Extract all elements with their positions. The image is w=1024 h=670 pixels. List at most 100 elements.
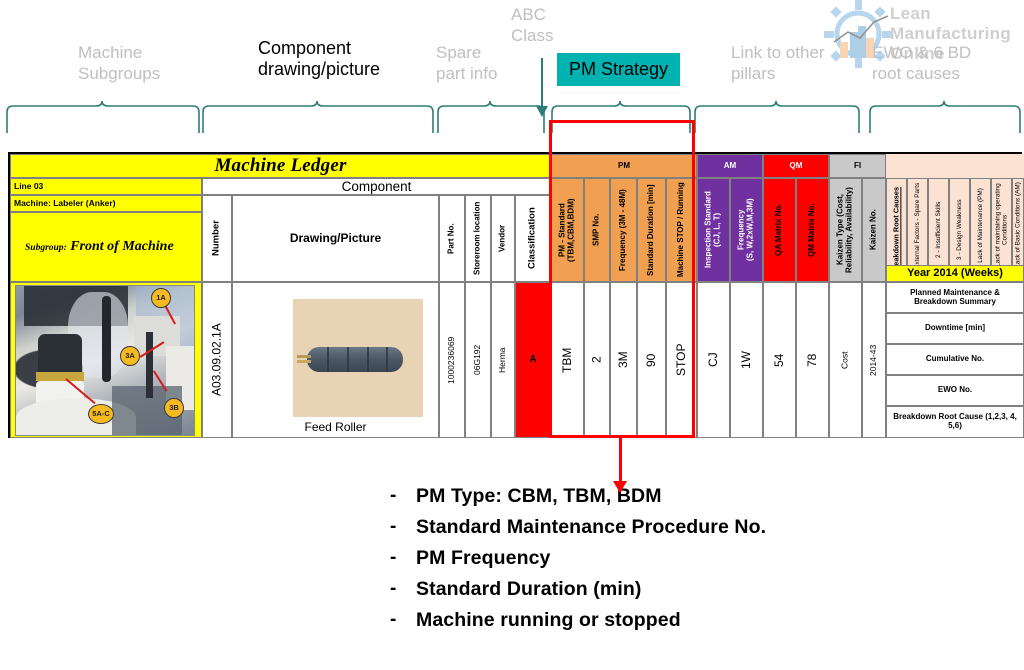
- header-smp-no: SMP No.: [584, 178, 610, 282]
- band-am: AM: [697, 154, 763, 178]
- photo-badge-5ac: 5A-C: [88, 404, 114, 424]
- ledger-line: Line 03: [10, 178, 202, 195]
- cell-number: A03.09.02.1A: [202, 282, 232, 438]
- roller-segment: [367, 347, 369, 372]
- header-qm-matrix-no: QM Matrix No.: [796, 178, 829, 282]
- year-header: Year 2014 (Weeks): [886, 265, 1024, 282]
- pm-strategy-arrow-head: [613, 481, 627, 493]
- bullet-dash: -: [390, 485, 397, 506]
- summary-row-downtime: Downtime [min]: [886, 313, 1024, 344]
- cell-kaizen-type: Cost: [829, 282, 862, 438]
- cell-qm-matrix-no: 78: [796, 282, 829, 438]
- subgroup-value: Front of Machine: [70, 239, 174, 255]
- bullet-item: - Standard Duration (min): [390, 578, 1010, 601]
- header-storeroom-location: Storeroom location: [465, 195, 491, 282]
- band-pm: PM: [551, 154, 697, 178]
- bullet-dash: -: [390, 609, 397, 630]
- row-subgroup-strip: 1A 3A 3B 5A-C: [10, 282, 202, 438]
- brace-component-drawing: [202, 100, 434, 133]
- cell-inspection-standard: CJ: [697, 282, 730, 438]
- pm-strategy-bullet-list: - PM Type: CBM, TBM, BDM - Standard Mainte…: [390, 485, 1010, 640]
- brace-machine-subgroups: [6, 100, 200, 133]
- machine-photo: 1A 3A 3B 5A-C: [15, 285, 195, 436]
- component-photo: [293, 299, 423, 417]
- bullet-text: Machine running or stopped: [416, 609, 681, 631]
- header-kaizen-type: Kaizen Type (Cost, Reliability, Availabi…: [829, 178, 862, 282]
- abc-class-arrow-shaft: [541, 58, 543, 110]
- header-drawing: Drawing/Picture: [232, 195, 439, 282]
- cell-smp-no: 2: [584, 282, 610, 438]
- header-part-no: Part No.: [439, 195, 465, 282]
- bullet-item: - Standard Maintenance Procedure No.: [390, 516, 1010, 539]
- band-fi: FI: [829, 154, 886, 178]
- header-qa-matrix-no: QA Matrix No.: [763, 178, 796, 282]
- pm-strategy-arrow-shaft: [619, 437, 622, 485]
- cell-qa-matrix-no: 54: [763, 282, 796, 438]
- bullet-dash: -: [390, 547, 397, 568]
- ledger-subgroup: Subgroup: Front of Machine: [10, 212, 202, 282]
- annotation-abc-class: ABC Class: [511, 5, 554, 45]
- header-vendor: Vendor: [491, 195, 515, 282]
- header-standard-duration: Standard Duration [min]: [637, 178, 666, 282]
- roller-body: [307, 347, 403, 372]
- photo-badge-3b: 3B: [164, 398, 184, 418]
- photo-badge-3a: 3A: [120, 346, 140, 366]
- brace-ewo-root-causes: [869, 100, 1021, 133]
- logo-line-1: Lean: [890, 4, 931, 23]
- cell-drawing: Feed Roller: [232, 282, 439, 438]
- cell-frequency-am: 1W: [730, 282, 763, 438]
- annotation-spare-part-info: Spare part info: [436, 43, 498, 83]
- cell-classification: A: [515, 282, 551, 438]
- bullet-item: - PM Type: CBM, TBM, BDM: [390, 485, 1010, 508]
- bullet-dash: -: [390, 578, 397, 599]
- roller-shaft: [297, 355, 311, 358]
- header-inspection-standard: Inspection Standard (CJ, L, T): [697, 178, 730, 282]
- band-qm: QM: [763, 154, 829, 178]
- cell-machine-stop-running: STOP: [666, 282, 697, 438]
- brace-link-other-pillars: [694, 100, 860, 133]
- roller-segment: [386, 347, 388, 372]
- machine-ledger-table: Machine Ledger PM AM QM FI Line 03 Compo…: [8, 152, 1024, 438]
- header-frequency-pm: Frequency (3M - 48M): [610, 178, 637, 282]
- bullet-text: Standard Duration (min): [416, 578, 642, 600]
- summary-row-planned-maintenance: Planned Maintenance & Breakdown Summary: [886, 282, 1024, 313]
- header-machine-stop-running: Machine STOP / Running: [666, 178, 697, 282]
- cell-storeroom-location: 06G192: [465, 282, 491, 438]
- cell-drawing-caption: Feed Roller: [304, 419, 367, 434]
- bullet-text: PM Frequency: [416, 547, 551, 569]
- logo-line-3: Online: [890, 44, 945, 63]
- logo-line-2: Manufacturing: [890, 24, 1012, 43]
- annotation-pm-strategy: PM Strategy: [557, 53, 681, 86]
- roller-segment: [347, 347, 349, 372]
- header-number: Number: [202, 195, 232, 282]
- summary-row-cumulative-no: Cumulative No.: [886, 344, 1024, 375]
- brace-spare-part-info: [437, 100, 545, 133]
- lean-manufacturing-online-logo: Lean Manufacturing Online: [812, 0, 1024, 76]
- subgroup-label: Subgroup:: [25, 243, 67, 254]
- bullet-dash: -: [390, 516, 397, 537]
- abc-class-arrow-head: [536, 106, 548, 117]
- annotation-machine-subgroups: Machine Subgroups: [78, 43, 161, 83]
- header-frequency-am: Frequency (S, W,2xW,M,3M): [730, 178, 763, 282]
- cell-part-no: 1000236069: [439, 282, 465, 438]
- roller-shaft: [297, 360, 311, 363]
- header-classification: Classification: [515, 195, 551, 282]
- bullet-item: - Machine running or stopped: [390, 609, 1010, 632]
- cell-standard-duration: 90: [637, 282, 666, 438]
- bullet-text: Standard Maintenance Procedure No.: [416, 516, 767, 538]
- photo-badge-1a: 1A: [151, 288, 171, 308]
- ledger-machine: Machine: Labeler (Anker): [10, 195, 202, 212]
- band-root-causes-spacer: [886, 154, 1024, 178]
- ledger-title: Machine Ledger: [10, 154, 551, 178]
- brace-pm-strategy: [551, 100, 691, 133]
- header-kaizen-no: Kaizen No.: [862, 178, 886, 282]
- component-group-header: Component: [202, 178, 551, 195]
- header-pm-standard: PM - Standard (TBM,CBM,BDM): [551, 178, 584, 282]
- bullet-item: - PM Frequency: [390, 547, 1010, 570]
- cell-vendor: Herma: [491, 282, 515, 438]
- summary-row-ewo-no: EWO No.: [886, 375, 1024, 406]
- cell-pm-standard: TBM: [551, 282, 584, 438]
- roller-segment: [327, 347, 329, 372]
- cell-kaizen-no: 2014-43: [862, 282, 886, 438]
- summary-row-breakdown-root-cause: Breakdown Root Cause (1,2,3, 4, 5,6): [886, 406, 1024, 438]
